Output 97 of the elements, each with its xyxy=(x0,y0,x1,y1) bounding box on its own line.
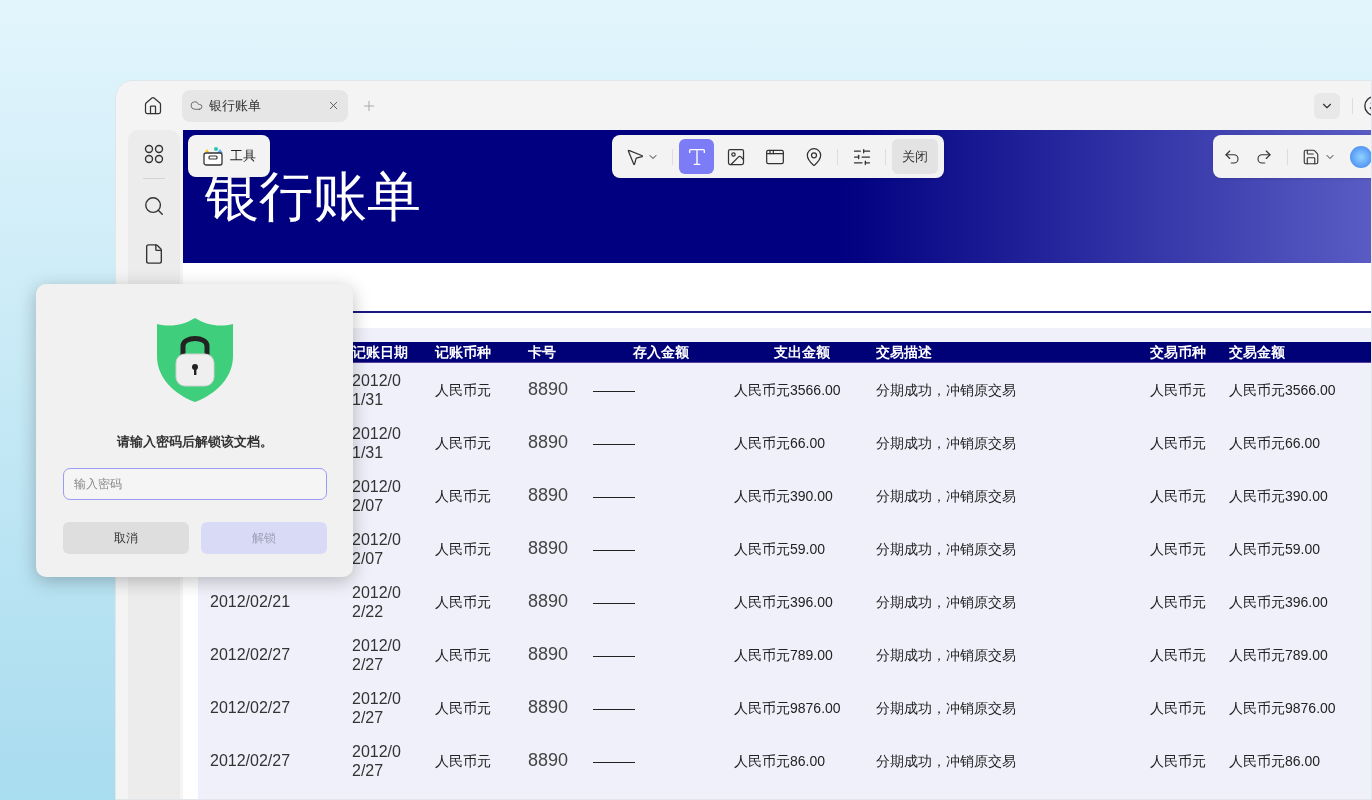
table-cell: 8890 xyxy=(528,432,569,452)
password-field[interactable]: 输入密码 xyxy=(62,467,327,500)
table-cell: 人民币元396.00 xyxy=(734,593,833,610)
toolbox-icon xyxy=(202,146,224,166)
table-cell: 人民币元3566.00 xyxy=(734,381,841,398)
table-cell-text: 2012/02/07 xyxy=(352,529,402,568)
table-cell-text: 2012/02/22 xyxy=(352,582,402,621)
table-cell: 8890 xyxy=(528,485,569,505)
table-cell: 人民币元390.00 xyxy=(734,487,833,504)
table-cell: 分期成功，冲销原交易 xyxy=(876,381,1016,398)
table-cell: 8890 xyxy=(528,697,569,717)
table-cell: 2012/02/27 xyxy=(210,698,291,716)
table-cell-text: 2012/01/31 xyxy=(352,423,402,462)
table-cell-text: 2012/02/27 xyxy=(352,635,402,674)
table-cell: 2012/02/27 xyxy=(210,645,291,663)
table-cell: 人民币元59.00 xyxy=(1229,540,1321,557)
table-cell: 分期成功，冲销原交易 xyxy=(876,646,1016,663)
table-cell: 人民币元 xyxy=(1150,487,1206,504)
cancel-button[interactable]: 取消 xyxy=(62,521,189,554)
table-cell: 分期成功，冲销原交易 xyxy=(876,434,1016,451)
table-cell: 2012/02/27 xyxy=(210,751,291,769)
table-cell: 人民币元3566.00 xyxy=(1229,381,1336,398)
column-header: 卡号 xyxy=(528,344,556,360)
search-icon[interactable] xyxy=(143,195,165,217)
table-cell: 2012/02/21 xyxy=(210,592,291,610)
table-cell: ——— xyxy=(593,434,635,451)
table-cell-text: 2012/02/27 xyxy=(352,688,402,727)
table-cell: 人民币元 xyxy=(435,752,491,769)
table-cell: 人民币元 xyxy=(1150,593,1206,610)
tools-button[interactable]: 工具 xyxy=(188,135,270,177)
table-cell: ——— xyxy=(593,699,635,716)
column-header: 交易描述 xyxy=(876,344,932,360)
table-cell: ——— xyxy=(593,487,635,504)
table-cell: 人民币元 xyxy=(1150,752,1206,769)
table-cell: 8890 xyxy=(528,538,569,558)
table-cell: 分期成功，冲销原交易 xyxy=(876,593,1016,610)
table-cell: 人民币元86.00 xyxy=(1229,752,1321,769)
grid-icon[interactable] xyxy=(144,144,164,164)
table-cell: 人民币元789.00 xyxy=(1229,646,1328,663)
image-icon xyxy=(725,146,746,167)
column-header: 记账币种 xyxy=(435,344,491,360)
table-cell: ——— xyxy=(593,752,635,769)
column-header: 支出金额 xyxy=(774,344,830,360)
save-icon[interactable] xyxy=(1302,147,1320,166)
table-cell: 人民币元59.00 xyxy=(734,540,826,557)
table-cell: 人民币元 xyxy=(435,646,491,663)
table-cell: 8890 xyxy=(528,750,569,770)
table-cell: 人民币元 xyxy=(435,381,491,398)
column-header: 记账日期 xyxy=(352,344,408,360)
column-header: 存入金额 xyxy=(632,344,689,360)
table-cell: ——— xyxy=(593,646,635,663)
sliders-icon xyxy=(851,146,872,167)
table-cell: 人民币元 xyxy=(435,699,491,716)
table-cell: 人民币元396.00 xyxy=(1229,593,1328,610)
table-cell: 人民币元66.00 xyxy=(734,434,826,451)
table-cell: 8890 xyxy=(528,591,569,611)
shield-lock-icon xyxy=(155,316,234,404)
table-cell-text: 2012/02/27 xyxy=(352,741,402,780)
table-cell: 分期成功，冲销原交易 xyxy=(876,540,1016,557)
table-cell: 人民币元 xyxy=(435,540,491,557)
tab-title: 银行账单 xyxy=(209,96,262,115)
dialog-message: 请输入密码后解锁该文档。 xyxy=(116,433,273,451)
table-cell: 人民币元 xyxy=(1150,699,1206,716)
home-icon xyxy=(143,95,163,116)
table-cell: 8890 xyxy=(528,644,569,664)
table-cell-text: 2012/01/31 xyxy=(352,370,402,409)
assistant-icon[interactable] xyxy=(1350,145,1371,168)
table-cell: 人民币元 xyxy=(435,434,491,451)
column-header: 交易金额 xyxy=(1229,344,1285,360)
cloud-icon xyxy=(190,99,203,112)
table-cell: 8890 xyxy=(528,379,569,399)
table-cell: 人民币元66.00 xyxy=(1229,434,1321,451)
table-cell: 人民币元9876.00 xyxy=(1229,699,1336,716)
table-cell: 人民币元 xyxy=(1150,434,1206,451)
table-cell: 人民币元789.00 xyxy=(734,646,833,663)
table-cell: ——— xyxy=(593,540,635,557)
document-tab[interactable]: 银行账单 xyxy=(182,89,348,122)
table-cell: 人民币元 xyxy=(1150,540,1206,557)
column-header: 交易币种 xyxy=(1150,344,1206,360)
table-cell: 人民币元 xyxy=(435,593,491,610)
table-cell: 人民币元9876.00 xyxy=(734,699,841,716)
table-cell-text: 2012/02/07 xyxy=(352,476,402,515)
table-cell: ——— xyxy=(593,593,635,610)
table-cell: 人民币元 xyxy=(1150,381,1206,398)
table-cell: 分期成功，冲销原交易 xyxy=(876,752,1016,769)
table-cell: 分期成功，冲销原交易 xyxy=(876,699,1016,716)
redo-icon[interactable] xyxy=(1255,147,1273,166)
table-cell: 人民币元 xyxy=(435,487,491,504)
table-cell: 分期成功，冲销原交易 xyxy=(876,487,1016,504)
undo-icon[interactable] xyxy=(1223,147,1241,166)
table-cell: 人民币元390.00 xyxy=(1229,487,1328,504)
page-icon[interactable] xyxy=(143,243,165,265)
table-cell: ——— xyxy=(593,381,635,398)
close-button[interactable]: 关闭 xyxy=(892,139,938,174)
table-cell: 人民币元 xyxy=(1150,646,1206,663)
close-icon[interactable] xyxy=(327,99,340,112)
table-cell: 人民币元86.00 xyxy=(734,752,826,769)
